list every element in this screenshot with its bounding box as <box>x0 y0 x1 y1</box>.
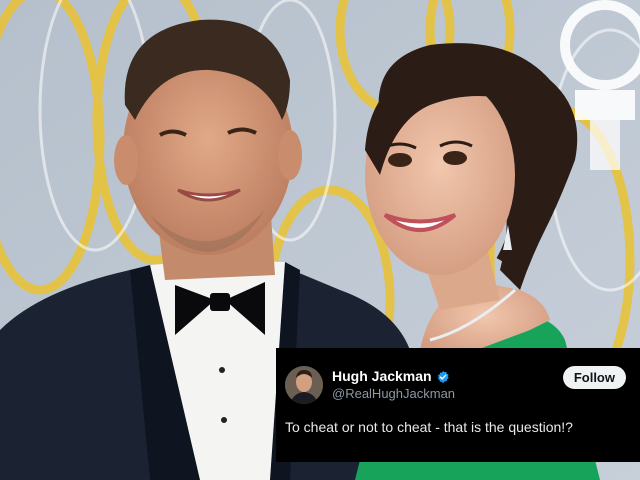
tweet-text: To cheat or not to cheat - that is the q… <box>285 419 573 435</box>
photo-scene: Hugh Jackman @RealHughJackman Follow To … <box>0 0 640 480</box>
name-row: Hugh Jackman <box>332 368 563 384</box>
user-handle[interactable]: @RealHughJackman <box>332 386 563 402</box>
verified-badge-icon <box>436 370 450 384</box>
tweet-header: Hugh Jackman @RealHughJackman Follow <box>285 364 626 406</box>
tweet-card: Hugh Jackman @RealHughJackman Follow To … <box>276 348 640 462</box>
avatar-image <box>285 366 323 404</box>
profile-avatar[interactable] <box>285 366 323 404</box>
tweet-identity: Hugh Jackman @RealHughJackman <box>332 368 563 401</box>
display-name[interactable]: Hugh Jackman <box>332 368 432 384</box>
follow-button[interactable]: Follow <box>562 366 626 389</box>
